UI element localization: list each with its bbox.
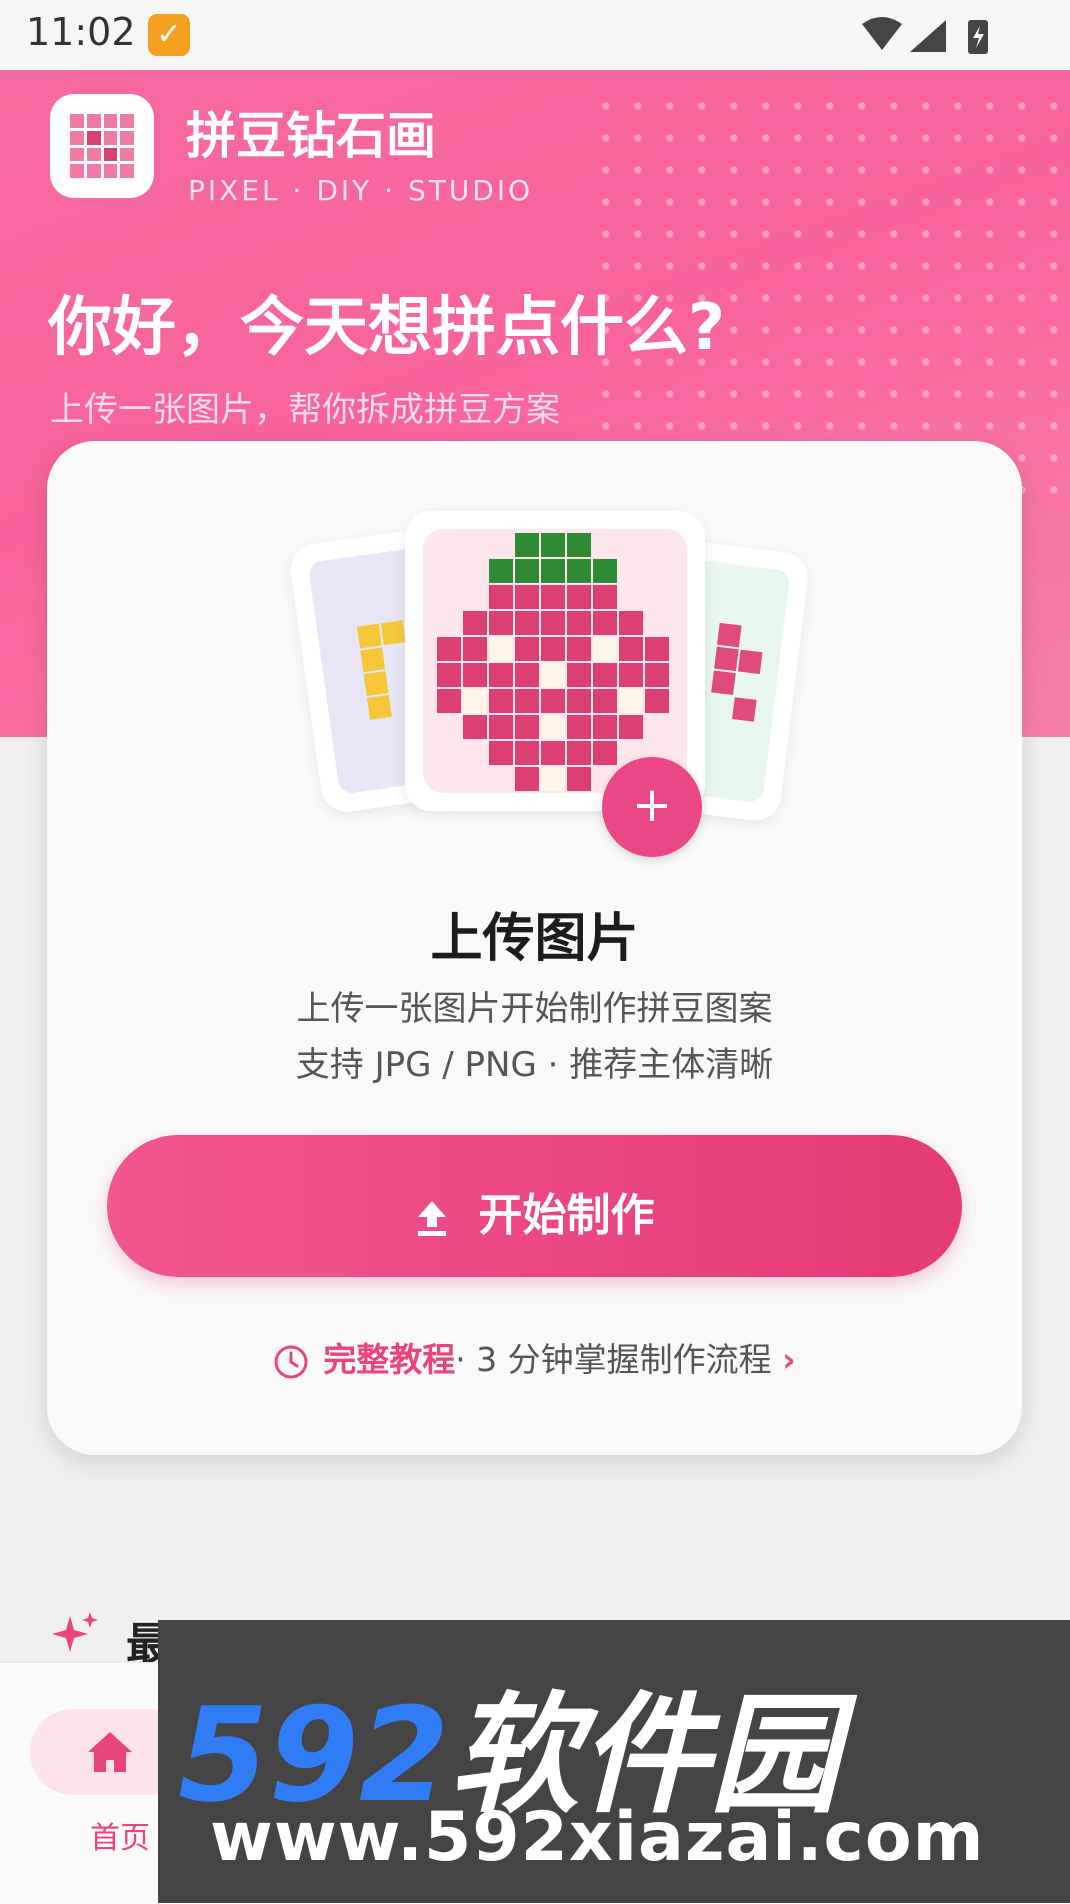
bead-cell xyxy=(541,637,565,661)
upload-desc-line2: 支持 JPG / PNG · 推荐主体清晰 xyxy=(295,1045,774,1085)
home-icon xyxy=(88,1732,132,1772)
bead-cell xyxy=(645,637,669,661)
bead-cell xyxy=(541,559,565,583)
bead-cell xyxy=(593,715,617,739)
wifi-icon xyxy=(862,17,902,50)
bead-cell xyxy=(437,663,461,687)
tutorial-link[interactable]: 完整教程· 3 分钟掌握制作流程 › xyxy=(47,1333,1022,1381)
upload-card[interactable]: + 上传图片 上传一张图片开始制作拼豆图案 支持 JPG / PNG · 推荐主… xyxy=(47,441,1022,1455)
notification-check-icon: ✓ xyxy=(148,14,190,56)
bead-cell xyxy=(489,585,513,609)
app-name: 拼豆钻石画 xyxy=(186,107,436,165)
bead-cell xyxy=(489,559,513,583)
bead-cell xyxy=(567,611,591,635)
bead-cell xyxy=(541,767,565,791)
bead-cell xyxy=(437,637,461,661)
sample-images xyxy=(287,511,825,841)
bead-cell xyxy=(541,585,565,609)
bead-cell xyxy=(619,637,643,661)
bead-cell xyxy=(515,585,539,609)
nav-home-label: 首页 xyxy=(90,1821,150,1856)
bead-cell xyxy=(619,689,643,713)
bead-cell xyxy=(593,689,617,713)
bead-cell xyxy=(541,611,565,635)
bead-cell xyxy=(567,559,591,583)
tutorial-link-label[interactable]: 完整教程 xyxy=(323,1340,455,1379)
bead-cell xyxy=(515,559,539,583)
greeting-title: 你好，今天想拼点什么? xyxy=(48,291,726,365)
bead-cell xyxy=(645,663,669,687)
add-image-button[interactable]: + xyxy=(602,757,702,857)
bead-cell xyxy=(645,689,669,713)
status-bar: 11:02 ✓ xyxy=(0,0,1070,70)
bead-cell xyxy=(515,611,539,635)
bead-cell xyxy=(489,611,513,635)
watermark-url: www.592xiazai.com xyxy=(210,1798,985,1877)
start-button-label: 开始制作 xyxy=(478,1190,655,1241)
bead-cell xyxy=(619,715,643,739)
bead-cell xyxy=(489,663,513,687)
bead-cell xyxy=(489,715,513,739)
app-subtitle: PIXEL · DIY · STUDIO xyxy=(188,174,534,207)
bead-cell xyxy=(437,689,461,713)
bead-cell xyxy=(593,663,617,687)
watermark-overlay: 592软件园 www.592xiazai.com xyxy=(158,1620,1070,1903)
bead-cell xyxy=(463,689,487,713)
bead-cell xyxy=(463,663,487,687)
bead-cell xyxy=(567,663,591,687)
bead-cell xyxy=(593,585,617,609)
bead-cell xyxy=(515,637,539,661)
bead-cell xyxy=(463,715,487,739)
bead-cell xyxy=(619,611,643,635)
bead-cell xyxy=(567,767,591,791)
upload-desc-line1: 上传一张图片开始制作拼豆图案 xyxy=(296,989,773,1029)
bead-cell xyxy=(463,611,487,635)
greeting-subtext: 上传一张图片，帮你拆成拼豆方案 xyxy=(50,390,560,430)
bead-cell xyxy=(515,741,539,765)
bead-cell xyxy=(541,533,565,557)
bead-cell xyxy=(567,585,591,609)
bead-cell xyxy=(515,689,539,713)
bead-cell xyxy=(619,663,643,687)
bead-cell xyxy=(593,559,617,583)
bead-cell xyxy=(593,611,617,635)
bead-cell xyxy=(593,637,617,661)
upload-icon xyxy=(417,1201,446,1236)
bead-cell xyxy=(541,741,565,765)
status-time: 11:02 xyxy=(26,10,136,54)
bead-cell xyxy=(463,637,487,661)
bead-cell xyxy=(541,663,565,687)
bead-cell xyxy=(567,715,591,739)
bead-cell xyxy=(567,689,591,713)
tutorial-text: · 3 分钟掌握制作流程 xyxy=(455,1340,772,1379)
bead-cell xyxy=(515,663,539,687)
chevron-right-icon: › xyxy=(782,1340,796,1379)
bead-cell xyxy=(489,689,513,713)
status-icons xyxy=(862,17,988,54)
bead-cell xyxy=(567,533,591,557)
upload-title: 上传图片 xyxy=(430,909,639,969)
start-button-content: 开始制作 xyxy=(107,1179,962,1243)
app-logo-icon xyxy=(50,94,154,198)
start-making-button[interactable]: 开始制作 xyxy=(107,1135,962,1277)
strawberry-pattern-icon xyxy=(437,533,669,791)
bead-cell xyxy=(541,715,565,739)
sparkle-icon xyxy=(52,1612,98,1652)
bead-cell xyxy=(515,533,539,557)
bead-cell xyxy=(515,715,539,739)
bead-cell xyxy=(489,637,513,661)
bead-cell xyxy=(515,767,539,791)
upload-description: 上传一张图片开始制作拼豆图案 支持 JPG / PNG · 推荐主体清晰 xyxy=(47,981,1022,1093)
clock-icon xyxy=(274,1345,308,1378)
bead-cell xyxy=(567,637,591,661)
bead-cell xyxy=(567,741,591,765)
signal-icon xyxy=(910,20,946,52)
bead-cell xyxy=(489,741,513,765)
bead-cell xyxy=(541,689,565,713)
bead-cell xyxy=(593,741,617,765)
